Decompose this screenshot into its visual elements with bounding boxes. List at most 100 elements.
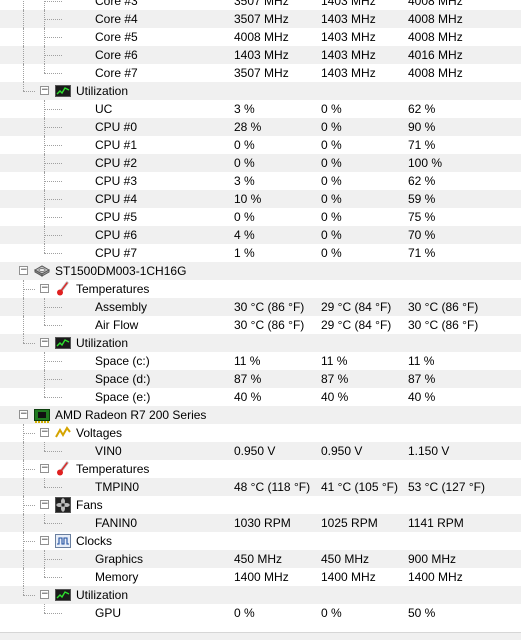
- sensor-row[interactable]: Space (c:) 11 % 11 % 11 %: [0, 352, 521, 370]
- sensor-value: 4008 MHz: [234, 30, 289, 44]
- sensor-row[interactable]: Core #3 3507 MHz 1403 MHz 4008 MHz: [0, 0, 521, 10]
- sensor-label: Core #5: [95, 30, 138, 44]
- tree-connector: [44, 559, 62, 560]
- sensor-tree[interactable]: Core #3 3507 MHz 1403 MHz 4008 MHz Core #4 35…: [0, 0, 521, 622]
- tree-guide-line: [44, 316, 45, 325]
- sensor-value: 3 %: [234, 174, 255, 188]
- sensor-group-row[interactable]: − Temperatures: [0, 460, 521, 478]
- sensor-value: 0 %: [234, 156, 255, 170]
- gpu-icon: [34, 407, 50, 423]
- tree-guide-line: [23, 82, 24, 91]
- sensor-row[interactable]: Space (e:) 40 % 40 % 40 %: [0, 388, 521, 406]
- sensor-label: AMD Radeon R7 200 Series: [55, 408, 207, 422]
- sensor-label: Core #6: [95, 48, 138, 62]
- collapse-toggle[interactable]: −: [40, 86, 49, 95]
- sensor-group-row[interactable]: − Utilization: [0, 586, 521, 604]
- tree-connector: [44, 73, 62, 74]
- sensor-row[interactable]: UC 3 % 0 % 62 %: [0, 100, 521, 118]
- sensor-row[interactable]: Core #5 4008 MHz 1403 MHz 4008 MHz: [0, 28, 521, 46]
- utilization-icon: [55, 335, 71, 351]
- tree-guide-line: [23, 28, 24, 46]
- sensor-min: 0 %: [321, 228, 342, 242]
- sensor-max: 71 %: [408, 246, 436, 260]
- sensor-max: 30 °C (86 °F): [408, 300, 479, 314]
- sensor-min: 1025 RPM: [321, 516, 378, 530]
- sensor-row[interactable]: CPU #2 0 % 0 % 100 %: [0, 154, 521, 172]
- sensor-row[interactable]: Memory 1400 MHz 1400 MHz 1400 MHz: [0, 568, 521, 586]
- sensor-row[interactable]: Core #6 1403 MHz 1403 MHz 4016 MHz: [0, 46, 521, 64]
- sensor-label: Core #7: [95, 66, 138, 80]
- sensor-label: Temperatures: [76, 462, 150, 476]
- sensor-row[interactable]: Space (d:) 87 % 87 % 87 %: [0, 370, 521, 388]
- sensor-min: 0 %: [321, 606, 342, 620]
- sensor-row[interactable]: CPU #0 28 % 0 % 90 %: [0, 118, 521, 136]
- sensor-label: CPU #5: [95, 210, 138, 224]
- sensor-label: Core #3: [95, 0, 138, 8]
- sensor-label: Voltages: [76, 426, 123, 440]
- utilization-icon: [55, 83, 71, 99]
- tree-connector: [44, 199, 62, 200]
- sensor-value: 28 %: [234, 120, 262, 134]
- sensor-row[interactable]: Air Flow 30 °C (86 °F) 29 °C (84 °F) 30 °C …: [0, 316, 521, 334]
- sensor-row[interactable]: Core #4 3507 MHz 1403 MHz 4008 MHz: [0, 10, 521, 28]
- sensor-label: Memory: [95, 570, 139, 584]
- tree-guide-line: [23, 478, 24, 496]
- tree-connector: [23, 595, 35, 596]
- sensor-row[interactable]: CPU #4 10 % 0 % 59 %: [0, 190, 521, 208]
- sensor-max: 62 %: [408, 174, 436, 188]
- sensor-min: 41 °C (105 °F): [321, 480, 398, 494]
- sensor-label: Utilization: [76, 588, 129, 602]
- sensor-row[interactable]: CPU #1 0 % 0 % 71 %: [0, 136, 521, 154]
- device-row[interactable]: − ST1500DM003-1CH16G: [0, 262, 521, 280]
- sensor-row[interactable]: TMPIN0 48 °C (118 °F) 41 °C (105 °F) 53 °C …: [0, 478, 521, 496]
- sensor-label: CPU #7: [95, 246, 138, 260]
- sensor-label: Space (d:): [95, 372, 151, 386]
- sensor-max: 75 %: [408, 210, 436, 224]
- sensor-label: ST1500DM003-1CH16G: [55, 264, 187, 278]
- collapse-toggle[interactable]: −: [40, 338, 49, 347]
- tree-connector: [44, 217, 62, 218]
- collapse-toggle[interactable]: −: [40, 590, 49, 599]
- tree-connector: [23, 343, 35, 344]
- sensor-min: 0 %: [321, 192, 342, 206]
- sensor-group-row[interactable]: − Voltages: [0, 424, 521, 442]
- tree-connector: [23, 469, 35, 470]
- sensor-label: Space (c:): [95, 354, 150, 368]
- device-row[interactable]: − AMD Radeon R7 200 Series: [0, 406, 521, 424]
- tree-connector: [44, 307, 62, 308]
- collapse-toggle[interactable]: −: [40, 536, 49, 545]
- sensor-group-row[interactable]: − Utilization: [0, 334, 521, 352]
- collapse-toggle[interactable]: −: [40, 464, 49, 473]
- tree-guide-line: [23, 514, 24, 532]
- sensor-row[interactable]: GPU 0 % 0 % 50 %: [0, 604, 521, 622]
- sensor-min: 0.950 V: [321, 444, 363, 458]
- collapse-toggle[interactable]: −: [40, 284, 49, 293]
- sensor-value: 30 °C (86 °F): [234, 318, 305, 332]
- sensor-row[interactable]: CPU #3 3 % 0 % 62 %: [0, 172, 521, 190]
- sensor-max: 50 %: [408, 606, 436, 620]
- clock-icon: [55, 533, 71, 549]
- collapse-toggle[interactable]: −: [19, 266, 28, 275]
- sensor-row[interactable]: Graphics 450 MHz 450 MHz 900 MHz: [0, 550, 521, 568]
- sensor-row[interactable]: VIN0 0.950 V 0.950 V 1.150 V: [0, 442, 521, 460]
- sensor-value: 0 %: [234, 138, 255, 152]
- tree-connector: [44, 577, 62, 578]
- tree-connector: [23, 91, 35, 92]
- collapse-toggle[interactable]: −: [40, 500, 49, 509]
- sensor-min: 1403 MHz: [321, 12, 376, 26]
- sensor-row[interactable]: CPU #7 1 % 0 % 71 %: [0, 244, 521, 262]
- sensor-row[interactable]: Assembly 30 °C (86 °F) 29 °C (84 °F) 30 °C …: [0, 298, 521, 316]
- sensor-group-row[interactable]: − Temperatures: [0, 280, 521, 298]
- collapse-toggle[interactable]: −: [40, 428, 49, 437]
- sensor-row[interactable]: FANIN0 1030 RPM 1025 RPM 1141 RPM: [0, 514, 521, 532]
- tree-guide-line: [44, 64, 45, 73]
- sensor-group-row[interactable]: − Clocks: [0, 532, 521, 550]
- collapse-toggle[interactable]: −: [19, 410, 28, 419]
- sensor-row[interactable]: CPU #6 4 % 0 % 70 %: [0, 226, 521, 244]
- sensor-row[interactable]: Core #7 3507 MHz 1403 MHz 4008 MHz: [0, 64, 521, 82]
- sensor-group-row[interactable]: − Fans: [0, 496, 521, 514]
- sensor-row[interactable]: CPU #5 0 % 0 % 75 %: [0, 208, 521, 226]
- sensor-min: 1403 MHz: [321, 30, 376, 44]
- sensor-group-row[interactable]: − Utilization: [0, 82, 521, 100]
- sensor-max: 40 %: [408, 390, 436, 404]
